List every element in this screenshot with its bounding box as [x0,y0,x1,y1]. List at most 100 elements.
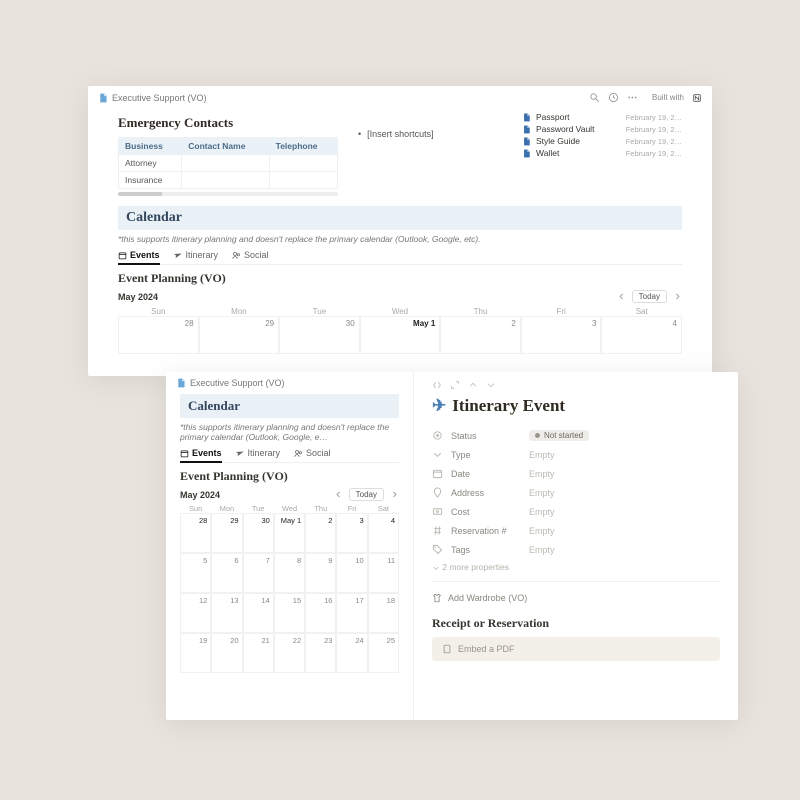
prop-row[interactable]: Reservation # Empty [432,521,720,540]
dow: Tue [279,307,360,316]
page-icon [176,378,186,388]
file-row[interactable]: Style Guide February 19, 2… [522,135,682,147]
tab-events[interactable]: Events [118,250,160,265]
breadcrumb[interactable]: Executive Support (VO) [190,378,285,388]
prop-row[interactable]: Type Empty [432,445,720,464]
breadcrumb[interactable]: Executive Support (VO) [112,93,207,103]
file-row[interactable]: Password Vault February 19, 2… [522,123,682,135]
day-cell[interactable]: 19 [180,633,211,673]
prop-value[interactable]: Empty [529,526,555,536]
day-cell[interactable]: 14 [243,593,274,633]
day-cell[interactable]: 18 [368,593,399,633]
prev-month-icon[interactable] [617,292,626,301]
day-cell[interactable]: May 1 [360,316,441,354]
embed-pdf[interactable]: Embed a PDF [432,637,720,661]
day-cell[interactable]: 17 [336,593,367,633]
more-icon[interactable] [627,92,638,103]
day-cell[interactable]: 28 [118,316,199,354]
panel-next-icon[interactable] [486,380,496,390]
day-cell[interactable]: 3 [336,513,367,553]
file-row[interactable]: Wallet February 19, 2… [522,147,682,159]
prop-row[interactable]: Address Empty [432,483,720,502]
next-month-icon[interactable] [390,490,399,499]
prop-value[interactable]: Empty [529,545,555,555]
day-cell[interactable]: 16 [305,593,336,633]
search-icon[interactable] [589,92,600,103]
day-cell[interactable]: 4 [601,316,682,354]
calendar-banner: Calendar [118,206,682,230]
tab-events[interactable]: Events [180,448,222,463]
prop-label: Address [451,488,521,498]
tab-itinerary[interactable]: Itinerary [236,448,281,458]
notion-icon [692,93,702,103]
day-cell[interactable]: 20 [211,633,242,673]
hash-icon [432,525,443,536]
day-cell[interactable]: 30 [243,513,274,553]
dow: Wed [360,307,441,316]
day-cell[interactable]: 5 [180,553,211,593]
day-cell[interactable]: 6 [211,553,242,593]
expand-icon[interactable] [450,380,460,390]
day-cell[interactable]: 29 [211,513,242,553]
tab-itinerary[interactable]: Itinerary [174,250,219,260]
next-month-icon[interactable] [673,292,682,301]
scrollbar[interactable] [118,192,338,196]
day-cell[interactable]: 12 [180,593,211,633]
day-cell[interactable]: 21 [243,633,274,673]
tab-social[interactable]: Social [232,250,269,260]
status-pill[interactable]: Not started [529,430,589,441]
prop-status[interactable]: Status Not started [432,426,720,445]
pin-icon [432,487,443,498]
card-front: Executive Support (VO) Calendar *this su… [166,372,738,720]
prop-value[interactable]: Empty [529,469,555,479]
shortcut-placeholder[interactable]: [Insert shortcuts] [358,129,434,139]
file-row[interactable]: Passport February 19, 2… [522,111,682,123]
prop-row[interactable]: Cost Empty [432,502,720,521]
prop-value[interactable]: Empty [529,507,555,517]
day-cell[interactable]: 30 [279,316,360,354]
day-cell[interactable]: 15 [274,593,305,633]
day-cell[interactable]: 2 [440,316,521,354]
dow: Fri [521,307,602,316]
clock-icon[interactable] [608,92,619,103]
day-cell[interactable]: 13 [211,593,242,633]
day-cell[interactable]: 29 [199,316,280,354]
tag-icon [432,544,443,555]
prev-month-icon[interactable] [334,490,343,499]
day-cell[interactable]: 22 [274,633,305,673]
day-cell[interactable]: 8 [274,553,305,593]
prop-row[interactable]: Date Empty [432,464,720,483]
more-properties[interactable]: 2 more properties [432,559,720,575]
prop-row[interactable]: Tags Empty [432,540,720,559]
day-cell[interactable]: 4 [368,513,399,553]
page-icon [98,93,108,103]
file-name: Password Vault [536,124,594,134]
prop-value[interactable]: Empty [529,450,555,460]
side-panel: ✈ Itinerary Event Status Not started Typ… [414,372,738,720]
file-date: February 19, 2… [626,149,682,158]
day-cell[interactable]: 23 [305,633,336,673]
prop-label: Reservation # [451,526,521,536]
day-cell[interactable]: 11 [368,553,399,593]
day-cell[interactable]: 28 [180,513,211,553]
day-cell[interactable]: 24 [336,633,367,673]
day-cell[interactable]: 7 [243,553,274,593]
panel-prev-icon[interactable] [468,380,478,390]
shirt-icon [432,593,442,603]
today-button[interactable]: Today [632,290,667,303]
day-cell[interactable]: May 1 [274,513,305,553]
panel-title[interactable]: ✈ Itinerary Event [432,396,720,416]
day-cell[interactable]: 2 [305,513,336,553]
prop-value[interactable]: Empty [529,488,555,498]
day-cell[interactable]: 9 [305,553,336,593]
tab-social[interactable]: Social [294,448,331,458]
day-cell[interactable]: 10 [336,553,367,593]
today-button[interactable]: Today [349,488,384,501]
day-cell[interactable]: 25 [368,633,399,673]
collapse-icon[interactable] [432,380,442,390]
day-cell[interactable]: 3 [521,316,602,354]
add-wardrobe[interactable]: Add Wardrobe (VO) [432,590,720,606]
col-contact: Contact Name [182,138,269,155]
file-date: February 19, 2… [626,137,682,146]
col-business: Business [119,138,182,155]
